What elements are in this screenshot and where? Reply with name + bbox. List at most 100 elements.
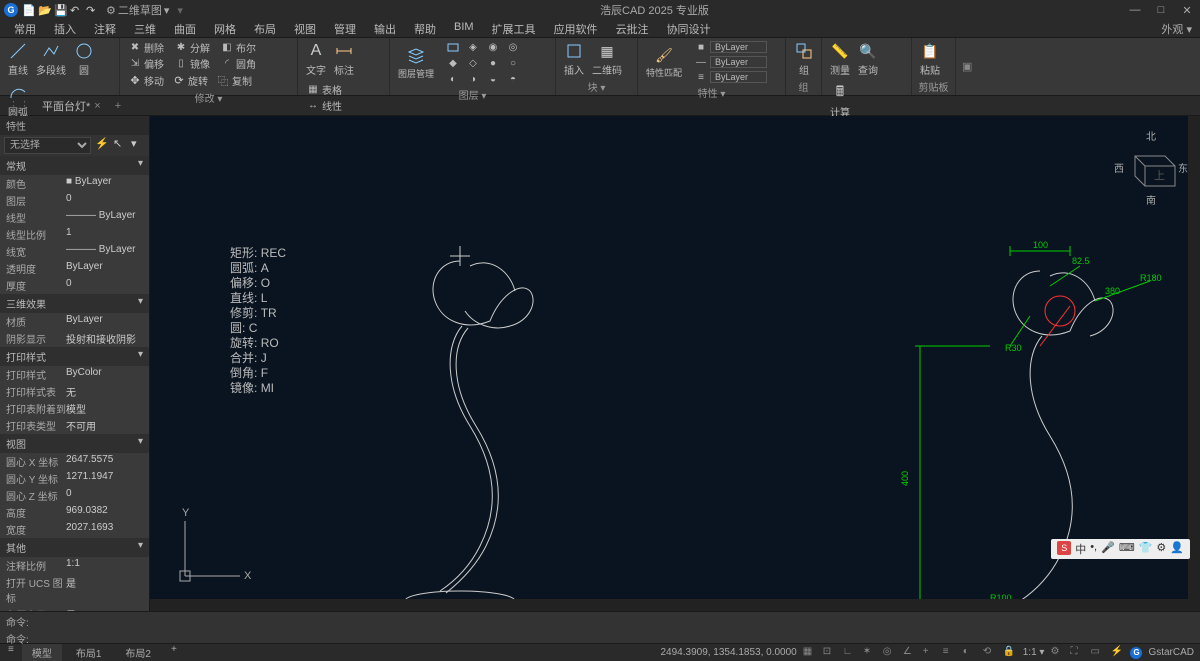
transparency-toggle-icon[interactable]: ◐	[963, 646, 977, 660]
property-row[interactable]: 阴影显示投射和接收阴影	[0, 330, 149, 347]
property-row[interactable]: 厚度0	[0, 277, 149, 294]
scale-dropdown[interactable]: 1:1 ▾	[1023, 647, 1045, 658]
property-row[interactable]: 打印表类型不可用	[0, 417, 149, 434]
dyninput-toggle-icon[interactable]: +	[923, 646, 937, 660]
osnap-toggle-icon[interactable]: ◎	[883, 646, 897, 660]
menu-item[interactable]: 曲面	[166, 20, 204, 37]
menu-item[interactable]: 应用软件	[546, 20, 606, 37]
snap-toggle-icon[interactable]: ⊡	[823, 646, 837, 660]
layer-tool-icon[interactable]: ◒	[484, 72, 502, 86]
open-icon[interactable]: 📂	[38, 4, 50, 16]
close-button[interactable]: ✕	[1178, 4, 1196, 17]
insert-button[interactable]: 插入	[562, 40, 586, 78]
property-group-header[interactable]: 常规▾	[0, 156, 149, 175]
property-row[interactable]: 线宽——— ByLayer	[0, 243, 149, 260]
menu-item[interactable]: 云批注	[608, 20, 657, 37]
menu-item[interactable]: 插入	[46, 20, 84, 37]
copy-button[interactable]: ⿻复制	[214, 72, 254, 89]
menu-item[interactable]: 输出	[366, 20, 404, 37]
close-tab-icon[interactable]: ×	[94, 100, 100, 112]
group-button[interactable]: 组	[792, 40, 816, 78]
grid-toggle-icon[interactable]: ▦	[803, 646, 817, 660]
explode-button[interactable]: ✱分解	[172, 40, 212, 55]
save-icon[interactable]: 💾	[54, 4, 66, 16]
property-row[interactable]: 线型比例1	[0, 226, 149, 243]
menu-item[interactable]: 网格	[206, 20, 244, 37]
layer-tool-icon[interactable]: ◉	[484, 40, 502, 54]
hardware-accel-icon[interactable]: ⚡	[1110, 646, 1124, 660]
ime-punct-icon[interactable]: •,	[1090, 541, 1097, 557]
minimize-button[interactable]: —	[1126, 4, 1144, 17]
property-row[interactable]: 透明度ByLayer	[0, 260, 149, 277]
matchprop-button[interactable]: 🖌特性匹配	[644, 44, 684, 80]
tabbar-handle-icon[interactable]: ⋮⋮	[4, 99, 34, 112]
lineweight-toggle-icon[interactable]: ≡	[943, 646, 957, 660]
layer-tool-icon[interactable]: ◓	[504, 72, 522, 86]
cycling-toggle-icon[interactable]: ⟲	[983, 646, 997, 660]
move-button[interactable]: ✥移动	[126, 72, 166, 89]
property-row[interactable]: 材质ByLayer	[0, 313, 149, 330]
color-dropdown[interactable]: ■ByLayer	[692, 40, 769, 54]
ime-mic-icon[interactable]: 🎤	[1101, 541, 1115, 557]
polyline-button[interactable]: 多段线	[34, 40, 68, 78]
property-row[interactable]: 圆心 X 坐标2647.5575	[0, 453, 149, 470]
property-row[interactable]: 圆心 Y 坐标1271.1947	[0, 470, 149, 487]
menu-item[interactable]: 协同设计	[659, 20, 719, 37]
property-group-header[interactable]: 打印样式▾	[0, 347, 149, 366]
maximize-view-icon[interactable]: ⛶	[1070, 646, 1084, 660]
property-group-header[interactable]: 其他▾	[0, 538, 149, 557]
rotate-button[interactable]: ⟳旋转	[170, 72, 210, 89]
doc-tab[interactable]: 平面台灯*×	[34, 96, 109, 116]
command-input[interactable]	[33, 631, 1194, 646]
appearance-dropdown[interactable]: 外观 ▾	[1153, 20, 1200, 37]
circle-button[interactable]: 圆	[72, 40, 96, 78]
annoscale-icon[interactable]: 🔒	[1003, 646, 1017, 660]
menu-item[interactable]: 布局	[246, 20, 284, 37]
ime-user-icon[interactable]: 👤	[1170, 541, 1184, 557]
menu-item[interactable]: 帮助	[406, 20, 444, 37]
property-group-header[interactable]: 三维效果▾	[0, 294, 149, 313]
property-row[interactable]: 图层0	[0, 192, 149, 209]
ime-keyboard-icon[interactable]: ⌨	[1119, 541, 1135, 557]
property-row[interactable]: 注释比例1:1	[0, 557, 149, 574]
lineweight-dropdown[interactable]: ≡ByLayer	[692, 70, 769, 84]
query-button[interactable]: 🔍查询	[856, 40, 880, 78]
paste-button[interactable]: 📋粘贴	[918, 40, 942, 78]
property-row[interactable]: 打印表附着到模型	[0, 400, 149, 417]
new-icon[interactable]: 📄	[22, 4, 34, 16]
ime-settings-icon[interactable]: ⚙	[1156, 541, 1166, 557]
selection-dropdown[interactable]: 无选择	[4, 137, 91, 154]
property-row[interactable]: 宽度2027.1693	[0, 521, 149, 538]
workspace-switch-icon[interactable]: ⚙	[1050, 646, 1064, 660]
property-row[interactable]: 在原点显示...是	[0, 606, 149, 611]
menu-item[interactable]: BIM	[446, 20, 482, 37]
property-row[interactable]: 颜色■ ByLayer	[0, 175, 149, 192]
mirror-button[interactable]: ▯镜像	[172, 56, 212, 71]
text-button[interactable]: A文字	[304, 40, 328, 78]
offset-button[interactable]: ⇲偏移	[126, 56, 166, 71]
ime-lang[interactable]: 中	[1075, 541, 1086, 557]
line-button[interactable]: 直线	[6, 40, 30, 78]
layer-tool-icon[interactable]: ◎	[504, 40, 522, 54]
ortho-toggle-icon[interactable]: ∟	[843, 646, 857, 660]
menu-item[interactable]: 常用	[6, 20, 44, 37]
layer-tool-icon[interactable]: ○	[504, 56, 522, 70]
workspace-dropdown[interactable]: ⚙ 二维草图 ▾	[102, 2, 173, 18]
layer-tool-icon[interactable]: ◈	[464, 40, 482, 54]
filter-icon[interactable]: ▾	[131, 137, 145, 151]
layer-tool-icon[interactable]: ◇	[464, 56, 482, 70]
layer-tool-icon[interactable]: ◆	[444, 56, 462, 70]
otrack-toggle-icon[interactable]: ∠	[903, 646, 917, 660]
redo-icon[interactable]: ↷	[86, 4, 98, 16]
delete-button[interactable]: ✖删除	[126, 40, 166, 55]
horizontal-scrollbar[interactable]	[150, 599, 1200, 611]
layer-mgr-button[interactable]: 图层管理	[396, 45, 436, 81]
menu-item[interactable]: 管理	[326, 20, 364, 37]
layer-tool-icon[interactable]: ◑	[464, 72, 482, 86]
property-row[interactable]: 打开 UCS 图标是	[0, 574, 149, 606]
layer-tool-icon[interactable]: ●	[484, 56, 502, 70]
menu-item[interactable]: 扩展工具	[484, 20, 544, 37]
property-row[interactable]: 圆心 Z 坐标0	[0, 487, 149, 504]
qrcode-button[interactable]: ▦二维码	[590, 40, 624, 78]
property-row[interactable]: 打印样式表无	[0, 383, 149, 400]
